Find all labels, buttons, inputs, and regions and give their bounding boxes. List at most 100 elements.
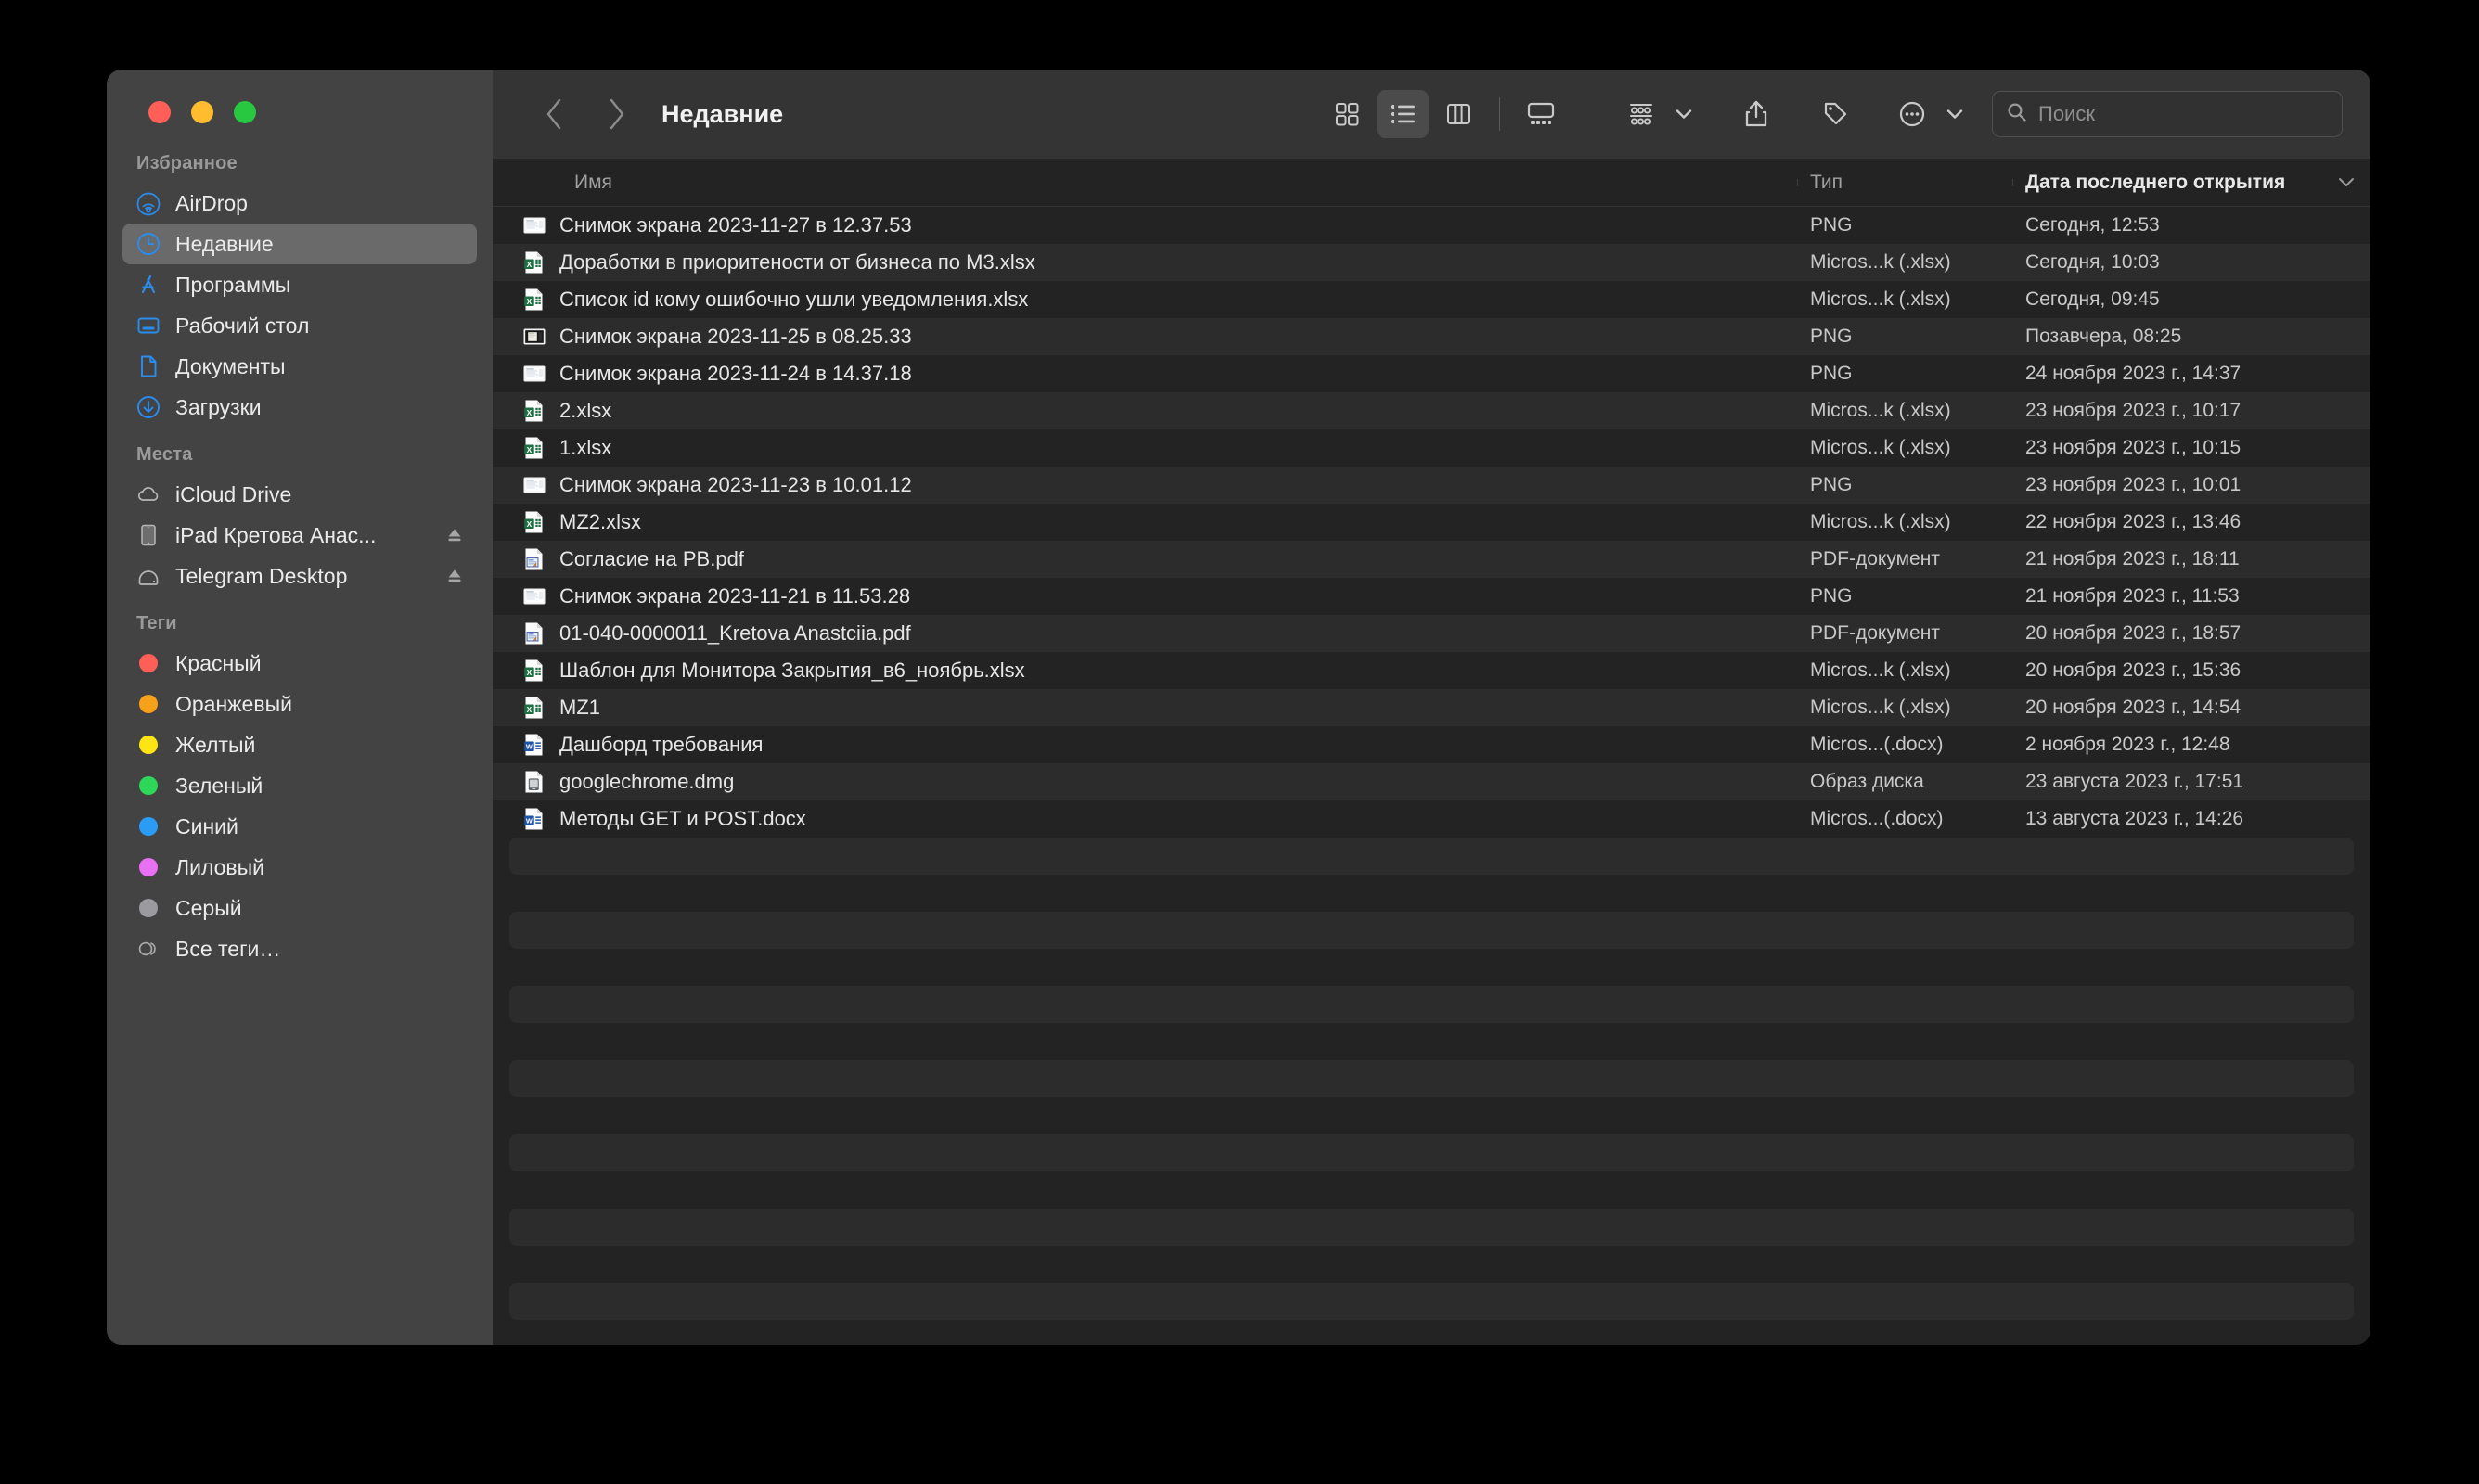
dmg-icon	[522, 770, 546, 794]
table-row[interactable]: Согласие на PB.pdf PDF-документ 21 ноября …	[493, 541, 2370, 578]
screenshot-dark-icon	[522, 325, 546, 349]
more-actions-icon[interactable]	[1886, 90, 1938, 138]
empty-row	[509, 1097, 2354, 1134]
eject-icon[interactable]	[445, 526, 464, 544]
sidebar-item-ipad[interactable]: iPad Кретова Анас...	[122, 515, 477, 556]
sidebar-item-tag-3[interactable]: Зеленый	[122, 765, 477, 806]
sidebar-item-tag-0[interactable]: Красный	[122, 643, 477, 684]
more-actions-control[interactable]	[1886, 90, 1964, 138]
table-row[interactable]: X MZ1 Micros...k (.xlsx) 20 ноября 2023 г.,…	[493, 689, 2370, 726]
sidebar-item-tag-2[interactable]: Желтый	[122, 724, 477, 765]
table-row[interactable]: X Список id кому ошибочно ушли уведомлени…	[493, 281, 2370, 318]
table-row[interactable]: X Шаблон для Монитора Закрытия_в6_ноябрь.…	[493, 652, 2370, 689]
zoom-button[interactable]	[234, 101, 256, 123]
table-row[interactable]: googlechrome.dmg Образ диска 23 августа 20…	[493, 763, 2370, 800]
table-row[interactable]: X MZ2.xlsx Micros...k (.xlsx) 22 ноября 202…	[493, 504, 2370, 541]
file-name-cell[interactable]: X Список id кому ошибочно ушли уведомлени…	[493, 288, 1797, 312]
sidebar-item-tag-4[interactable]: Синий	[122, 806, 477, 847]
table-row[interactable]: X 2.xlsx Micros...k (.xlsx) 23 ноября 2023 …	[493, 392, 2370, 429]
search-input[interactable]	[2038, 102, 2329, 126]
tag-button[interactable]	[1808, 90, 1860, 138]
share-button[interactable]	[1730, 90, 1782, 138]
table-row[interactable]: Снимок экрана 2023-11-23 в 10.01.12 PNG 23…	[493, 467, 2370, 504]
sidebar-item-downloads[interactable]: Загрузки	[122, 387, 477, 428]
file-name-cell[interactable]: X MZ2.xlsx	[493, 510, 1797, 534]
excel-icon: X	[522, 510, 546, 534]
file-list[interactable]: Снимок экрана 2023-11-27 в 12.37.53 PNG Се…	[493, 207, 2370, 1345]
sidebar-item-tag-1[interactable]: Оранжевый	[122, 684, 477, 724]
sidebar-item-disk[interactable]: Telegram Desktop	[122, 556, 477, 596]
table-row[interactable]: Снимок экрана 2023-11-25 в 08.25.33 PNG По…	[493, 318, 2370, 355]
svg-text:W: W	[526, 743, 533, 751]
chevron-down-icon[interactable]	[1675, 108, 1693, 121]
gallery-view-button[interactable]	[1515, 90, 1567, 138]
sidebar-item-document[interactable]: Документы	[122, 346, 477, 387]
file-name-cell[interactable]: X 1.xlsx	[493, 436, 1797, 460]
close-button[interactable]	[148, 101, 171, 123]
column-header-date[interactable]: Дата последнего открытия	[2012, 172, 2370, 194]
file-name-cell[interactable]: Согласие на PB.pdf	[493, 547, 1797, 571]
minimize-button[interactable]	[191, 101, 213, 123]
file-name-cell[interactable]: W Методы GET и POST.docx	[493, 807, 1797, 831]
table-row[interactable]: 01-040-0000011_Kretova Anastciia.pdf PDF-…	[493, 615, 2370, 652]
back-button[interactable]	[533, 94, 574, 134]
file-name-cell[interactable]: Снимок экрана 2023-11-24 в 14.37.18	[493, 362, 1797, 386]
table-row[interactable]: X Доработки в приоритености от бизнеса по…	[493, 244, 2370, 281]
file-date-cell: Сегодня, 10:03	[2025, 251, 2160, 273]
file-name-cell[interactable]: X Шаблон для Монитора Закрытия_в6_ноябрь.…	[493, 659, 1797, 683]
table-row[interactable]: Снимок экрана 2023-11-21 в 11.53.28 PNG 21…	[493, 578, 2370, 615]
table-row[interactable]: W Дашборд требования Micros...(.docx) 2 ноя…	[493, 726, 2370, 763]
sidebar-item-applications[interactable]: Программы	[122, 264, 477, 305]
column-header-type[interactable]: Тип	[1797, 172, 2012, 194]
table-row[interactable]: W Методы GET и POST.docx Micros...(.docx) 1…	[493, 800, 2370, 838]
screenshot-icon	[522, 362, 546, 386]
table-row[interactable]: Снимок экрана 2023-11-24 в 14.37.18 PNG 24…	[493, 355, 2370, 392]
svg-text:X: X	[527, 445, 533, 454]
file-name-cell[interactable]: X MZ1	[493, 696, 1797, 720]
tag-dot	[135, 773, 161, 799]
file-name-cell[interactable]: W Дашборд требования	[493, 733, 1797, 757]
file-name-cell[interactable]: Снимок экрана 2023-11-27 в 12.37.53	[493, 213, 1797, 237]
file-name-cell[interactable]: Снимок экрана 2023-11-21 в 11.53.28	[493, 584, 1797, 608]
forward-button[interactable]	[597, 94, 637, 134]
table-row[interactable]: X 1.xlsx Micros...k (.xlsx) 23 ноября 2023 …	[493, 429, 2370, 467]
group-by-icon[interactable]	[1615, 90, 1667, 138]
file-name-cell[interactable]: Снимок экрана 2023-11-23 в 10.01.12	[493, 473, 1797, 497]
table-row[interactable]: Снимок экрана 2023-11-27 в 12.37.53 PNG Се…	[493, 207, 2370, 244]
svg-text:X: X	[527, 705, 533, 714]
icon-view-button[interactable]	[1321, 90, 1373, 138]
clock-icon	[135, 231, 161, 257]
toolbar: Недавние	[493, 70, 2370, 159]
list-view-button[interactable]	[1377, 90, 1429, 138]
file-name-cell[interactable]: Снимок экрана 2023-11-25 в 08.25.33	[493, 325, 1797, 349]
sidebar-item-clock[interactable]: Недавние	[122, 224, 477, 264]
sidebar-item-tag-6[interactable]: Серый	[122, 888, 477, 928]
screenshot-icon	[522, 213, 546, 237]
sidebar-item-all-tags[interactable]: Все теги…	[122, 928, 477, 969]
sidebar-section-title: Теги	[136, 613, 177, 633]
eject-icon[interactable]	[445, 567, 464, 585]
empty-row	[509, 949, 2354, 986]
sidebar-item-airdrop[interactable]: AirDrop	[122, 183, 477, 224]
file-name-cell[interactable]: 01-040-0000011_Kretova Anastciia.pdf	[493, 621, 1797, 646]
tag-dot	[135, 854, 161, 880]
file-name-cell[interactable]: googlechrome.dmg	[493, 770, 1797, 794]
sidebar-item-label: Оранжевый	[175, 691, 292, 716]
file-name-label: Дашборд требования	[559, 733, 764, 756]
group-by-control[interactable]	[1615, 90, 1693, 138]
sidebar-item-desktop[interactable]: Рабочий стол	[122, 305, 477, 346]
file-name-cell[interactable]: X Доработки в приоритености от бизнеса по…	[493, 250, 1797, 275]
file-name-label: Снимок экрана 2023-11-25 в 08.25.33	[559, 325, 912, 348]
more-chevron-down-icon[interactable]	[1946, 108, 1964, 121]
file-name-cell[interactable]: X 2.xlsx	[493, 399, 1797, 423]
sidebar-item-cloud[interactable]: iCloud Drive	[122, 474, 477, 515]
sidebar-item-label: Документы	[175, 353, 286, 378]
column-header-name[interactable]: Имя	[493, 172, 1797, 194]
sidebar-item-tag-5[interactable]: Лиловый	[122, 847, 477, 888]
empty-row	[509, 1060, 2354, 1097]
column-view-button[interactable]	[1432, 90, 1484, 138]
tag-dot	[135, 813, 161, 839]
search-field[interactable]	[1992, 91, 2343, 137]
empty-row	[509, 1246, 2354, 1283]
sidebar-item-label: Telegram Desktop	[175, 563, 348, 588]
